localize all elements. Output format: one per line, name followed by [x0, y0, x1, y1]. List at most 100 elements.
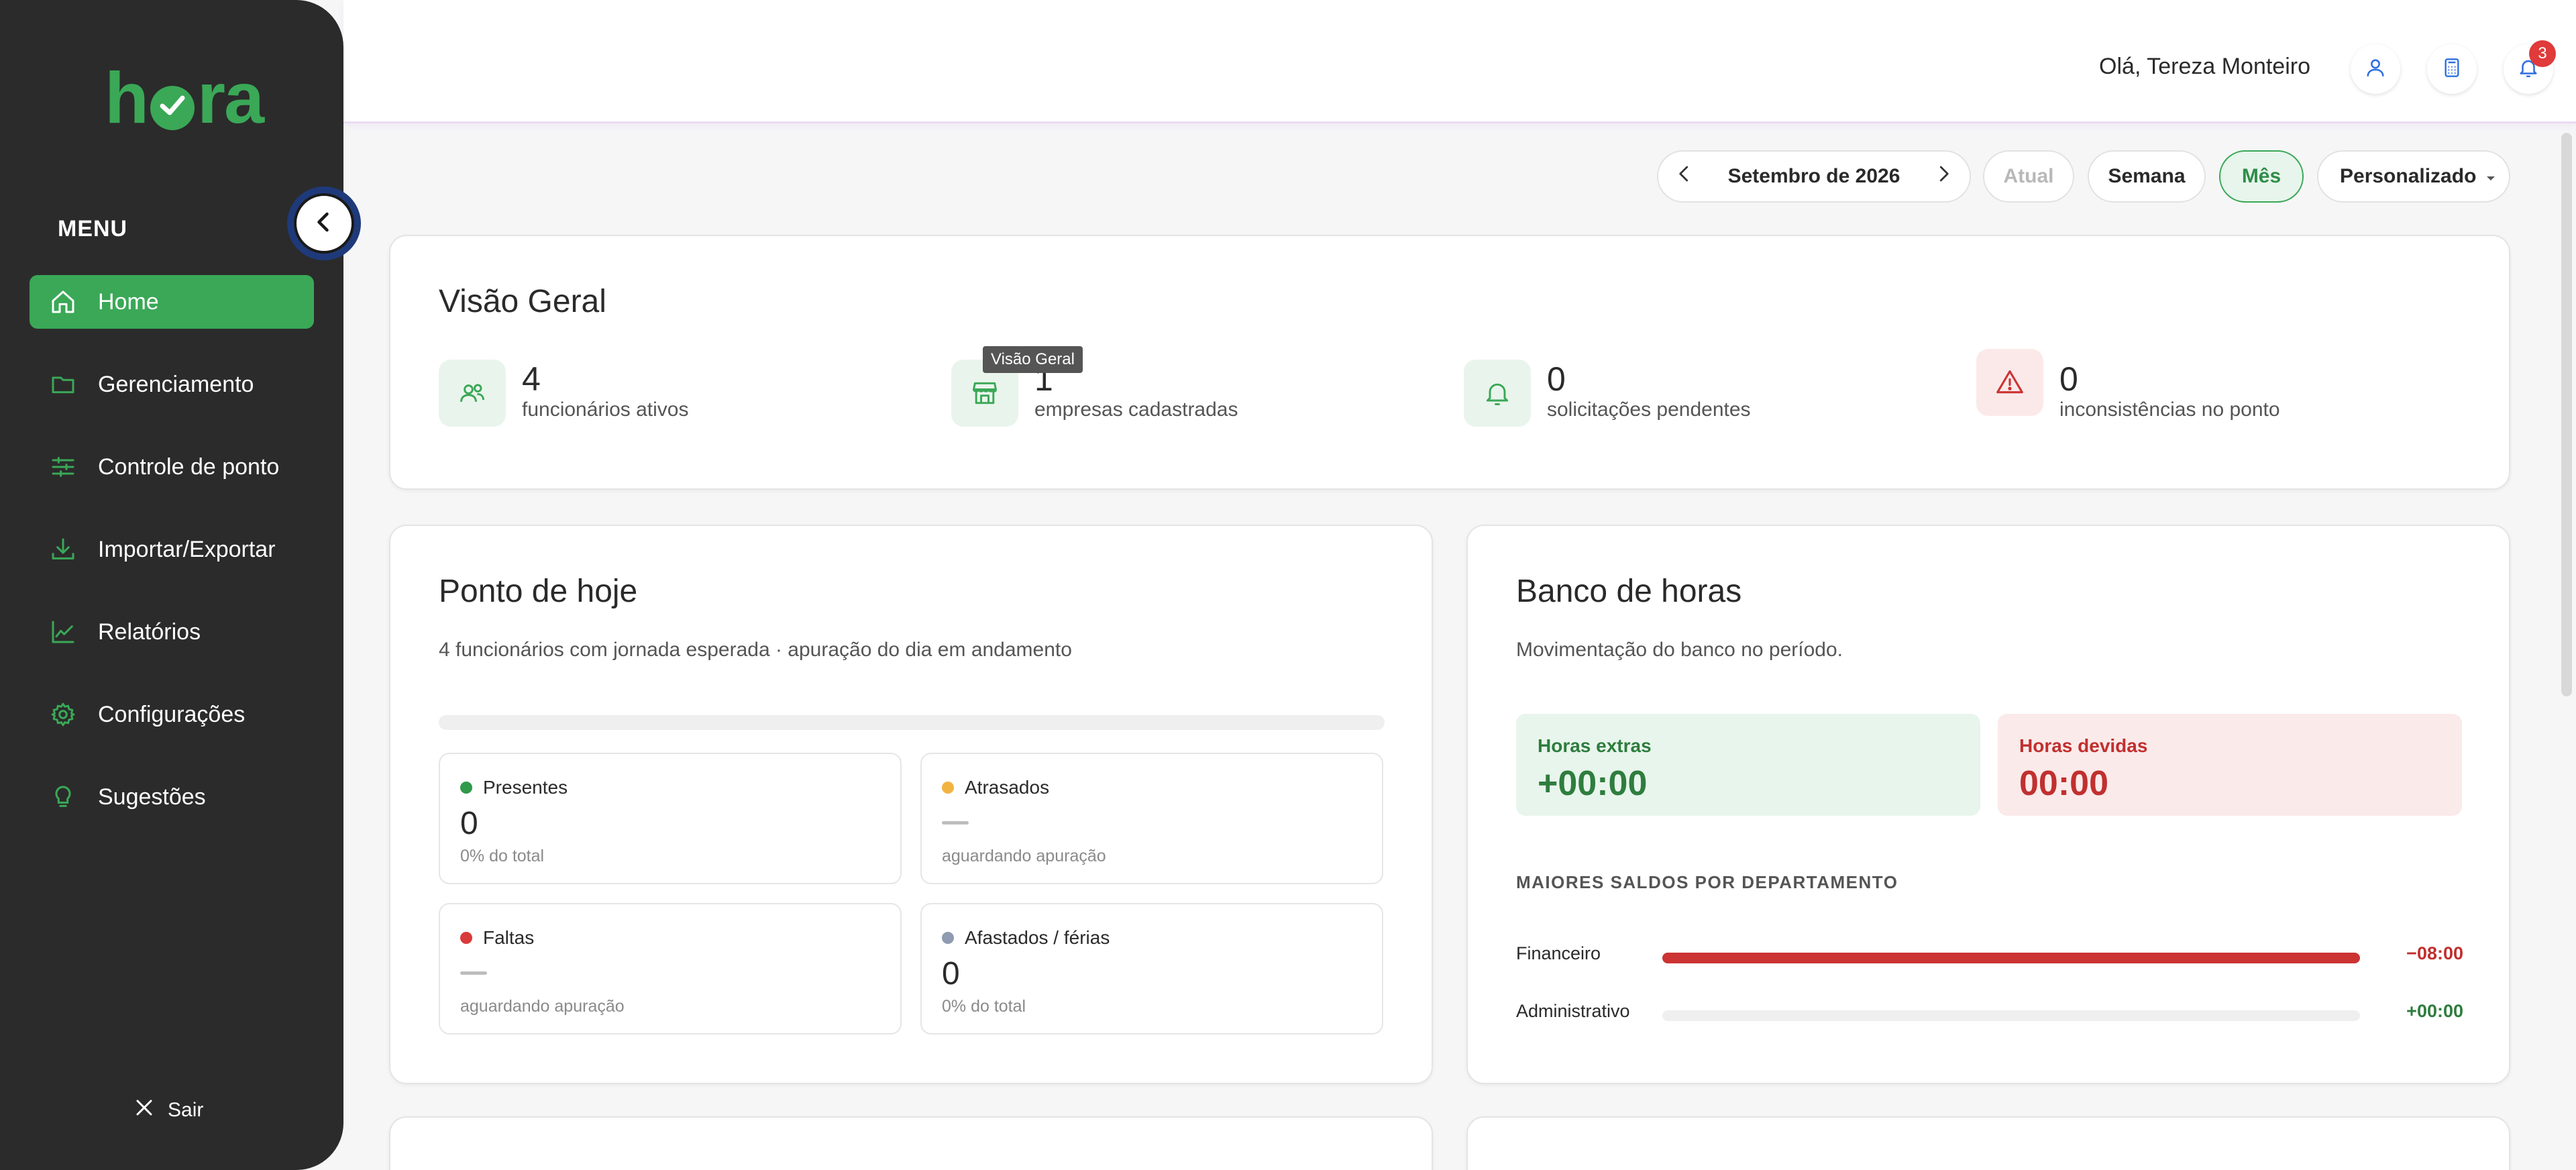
sliders-icon [48, 452, 78, 482]
home-icon [48, 287, 78, 317]
user-icon [2364, 56, 2387, 83]
horas-extras-box: Horas extras +00:00 [1516, 714, 1980, 816]
logout-button[interactable]: Sair [134, 1098, 203, 1123]
afastados-card: Afastados / férias 0 0% do total [920, 903, 1383, 1034]
stat-label: empresas cadastradas [1034, 398, 1238, 421]
sidebar-item-relatorios[interactable]: Relatórios [30, 605, 314, 659]
sidebar-nav: Home Gerenciamento Controle de ponto Imp… [30, 275, 314, 853]
next-period-button[interactable] [1933, 164, 1953, 189]
afastados-foot: 0% do total [942, 997, 1026, 1016]
sidebar-item-importar-exportar[interactable]: Importar/Exportar [30, 523, 314, 576]
stat-funcionarios: 4 funcionários ativos [439, 354, 688, 427]
status-dot [942, 782, 954, 794]
current-period-label: Setembro de 2026 [1727, 165, 1900, 187]
empty-value-dash [460, 971, 487, 975]
collapse-sidebar-button[interactable] [287, 187, 361, 260]
calculator-button[interactable] [2427, 44, 2477, 94]
today-progress-bar [439, 715, 1385, 730]
personalizado-dropdown[interactable]: Personalizado [2317, 150, 2510, 203]
horas-extras-value: +00:00 [1538, 764, 1648, 803]
users-icon [439, 360, 506, 427]
stat-label: solicitações pendentes [1547, 398, 1751, 421]
notifications-button[interactable]: 3 [2504, 40, 2556, 94]
sidebar-item-label: Home [98, 288, 159, 315]
presentes-label: Presentes [483, 777, 568, 798]
sidebar-item-label: Controle de ponto [98, 454, 280, 480]
folder-icon [48, 370, 78, 399]
atual-button[interactable]: Atual [1983, 150, 2074, 203]
status-dot [460, 782, 472, 794]
faltas-label: Faltas [483, 927, 535, 948]
afastados-label: Afastados / férias [965, 927, 1110, 948]
bell-icon [1464, 360, 1531, 427]
sidebar-item-gerenciamento[interactable]: Gerenciamento [30, 358, 314, 411]
sidebar-item-configuracoes[interactable]: Configurações [30, 688, 314, 741]
sidebar-item-home[interactable]: Home [30, 275, 314, 329]
faltas-foot: aguardando apuração [460, 997, 625, 1016]
sidebar-item-sugestoes[interactable]: Sugestões [30, 770, 314, 824]
personalizado-label: Personalizado [2340, 165, 2477, 187]
warning-icon [1976, 349, 2043, 416]
stat-label: inconsistências no ponto [2059, 398, 2280, 421]
department-balances-caption: MAIORES SALDOS POR DEPARTAMENTO [1516, 872, 1898, 892]
status-dot [942, 932, 954, 944]
sidebar: h ra MENU Home Gerenciamento Controle de … [0, 0, 343, 1170]
profile-button[interactable] [2351, 44, 2400, 94]
department-balance-bar [1662, 1010, 2360, 1021]
sidebar-item-label: Configurações [98, 701, 246, 727]
atrasados-foot: aguardando apuração [942, 847, 1106, 865]
overview-title: Visão Geral [439, 284, 606, 319]
horas-devidas-box: Horas devidas 00:00 [1998, 714, 2462, 816]
bank-subtitle: Movimentação do banco no período. [1516, 639, 1843, 661]
chart-line-icon [48, 617, 78, 647]
department-balance-fill [1662, 953, 2360, 963]
user-greeting: Olá, Tereza Monteiro [2099, 54, 2310, 79]
previous-period-button[interactable] [1674, 164, 1695, 189]
chevron-right-icon [1939, 166, 1949, 182]
sidebar-item-label: Relatórios [98, 619, 201, 645]
presentes-value: 0 [460, 806, 478, 841]
today-card: Ponto de hoje 4 funcionários com jornada… [389, 525, 1433, 1084]
lower-right-card [1466, 1116, 2510, 1170]
hora-logo[interactable]: h ra [105, 62, 264, 134]
page-scrollbar[interactable] [2561, 133, 2572, 696]
sidebar-item-label: Gerenciamento [98, 371, 254, 397]
stat-solicitacoes: 0 solicitações pendentes [1464, 354, 1751, 427]
stat-inconsistencias: 0 inconsistências no ponto [1976, 349, 2280, 421]
calculator-icon [2441, 57, 2463, 82]
horas-devidas-label: Horas devidas [2019, 735, 2148, 756]
bank-card: Banco de horas Movimentação do banco no … [1466, 525, 2510, 1084]
gear-icon [48, 700, 78, 729]
stat-value: 0 [1547, 360, 1566, 398]
bank-title: Banco de horas [1516, 574, 1742, 609]
close-icon [134, 1098, 154, 1123]
menu-label: MENU [58, 216, 128, 242]
logout-label: Sair [168, 1099, 204, 1121]
department-name: Financeiro [1516, 943, 1601, 963]
horas-extras-label: Horas extras [1538, 735, 1652, 756]
semana-button[interactable]: Semana [2088, 150, 2206, 203]
sidebar-item-controle-de-ponto[interactable]: Controle de ponto [30, 440, 314, 494]
presentes-foot: 0% do total [460, 847, 545, 865]
atrasados-label: Atrasados [965, 777, 1050, 798]
download-icon [48, 535, 78, 564]
horas-devidas-value: 00:00 [2019, 764, 2108, 803]
department-name: Administrativo [1516, 1001, 1630, 1021]
atrasados-card: Atrasados aguardando apuração [920, 753, 1383, 884]
top-header: Olá, Tereza Monteiro 3 [343, 0, 2576, 123]
presentes-card: Presentes 0 0% do total [439, 753, 902, 884]
department-row: Administrativo +00:00 [1516, 1001, 2463, 1028]
department-amount: −08:00 [2406, 943, 2463, 963]
department-balance-bar [1662, 953, 2360, 963]
period-navigator: Setembro de 2026 [1657, 150, 1971, 203]
sidebar-item-label: Importar/Exportar [98, 536, 276, 562]
notification-count-badge: 3 [2529, 40, 2556, 67]
faltas-card: Faltas aguardando apuração [439, 903, 902, 1034]
empty-value-dash [942, 821, 969, 825]
department-amount: +00:00 [2406, 1001, 2463, 1021]
today-title: Ponto de hoje [439, 574, 638, 609]
mes-button[interactable]: Mês [2219, 150, 2304, 203]
caret-down-icon [2485, 165, 2496, 188]
stat-value: 4 [522, 360, 541, 398]
afastados-value: 0 [942, 956, 960, 992]
